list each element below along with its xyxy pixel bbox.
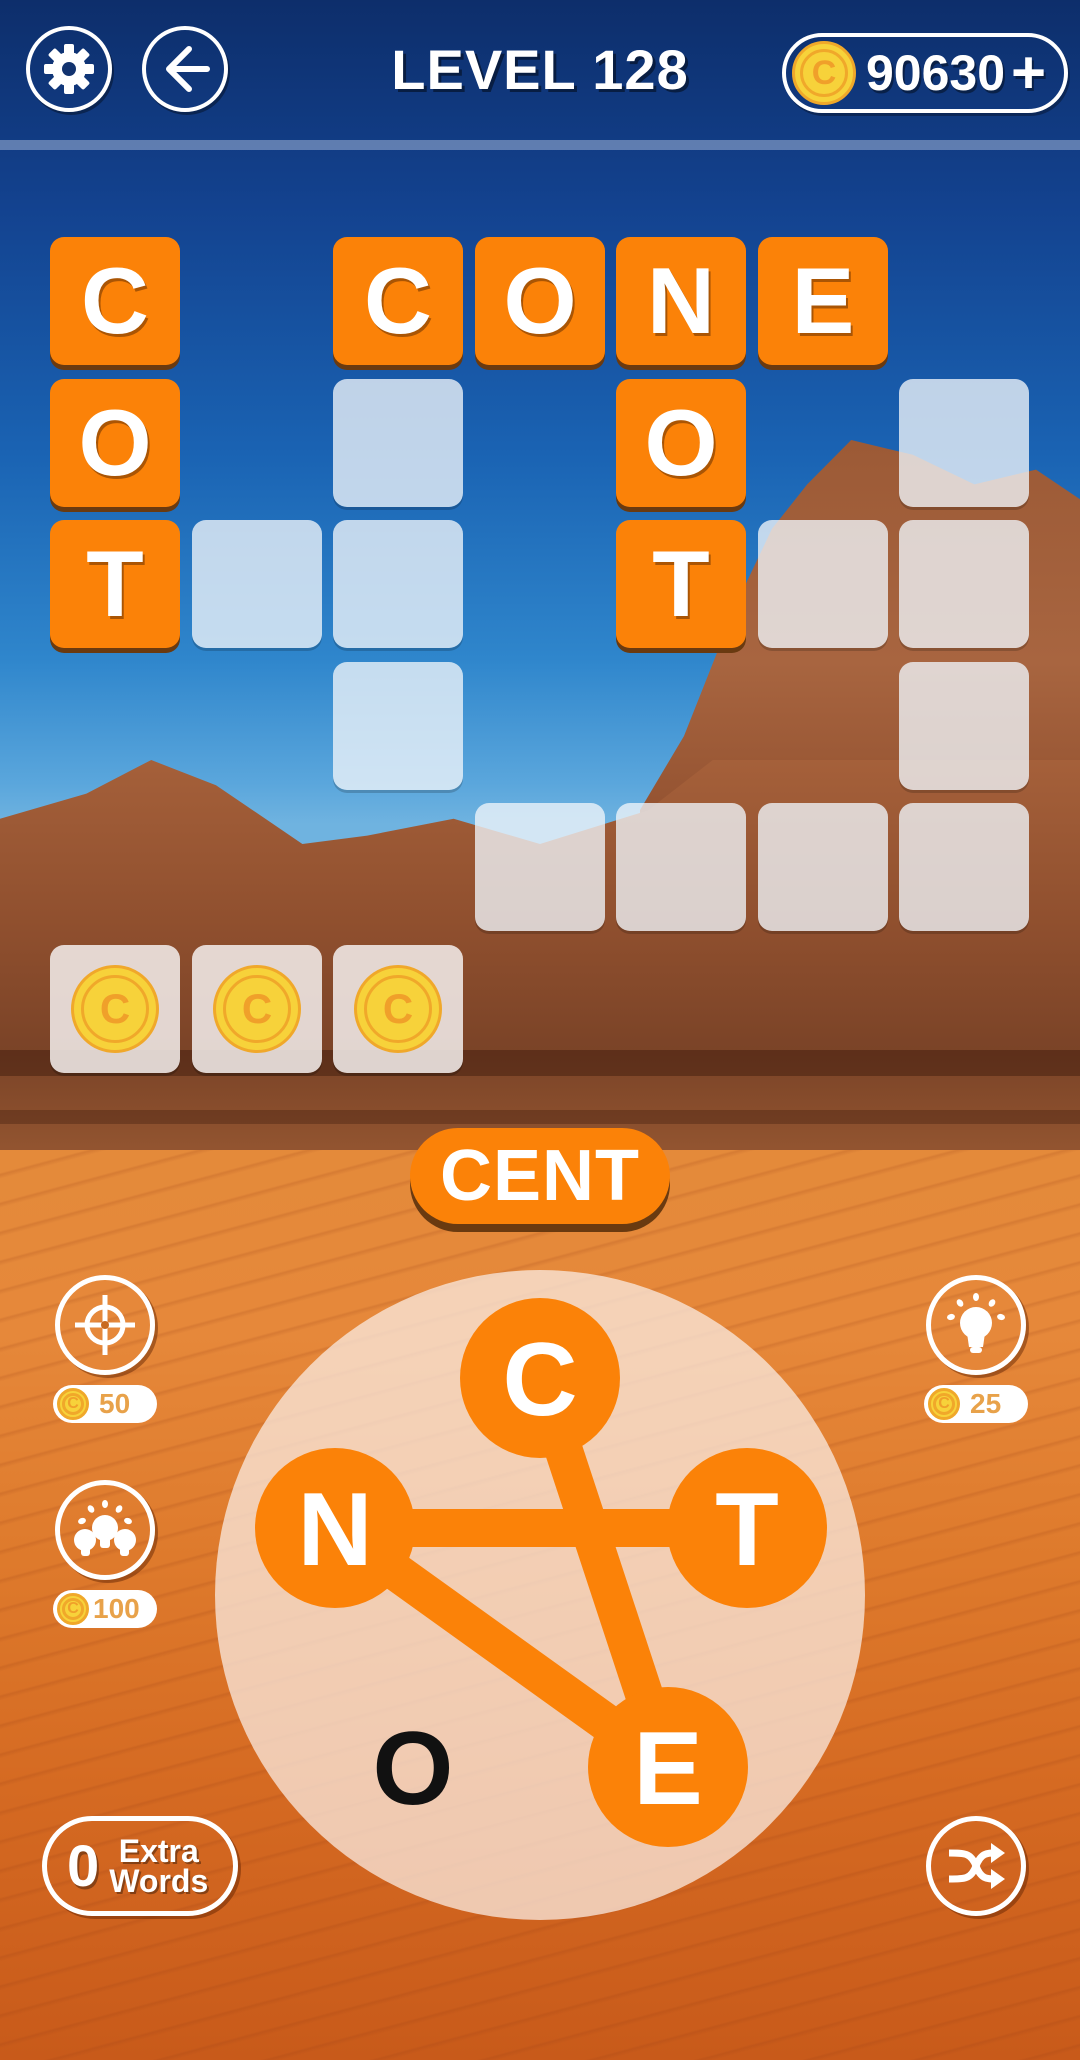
extra-words-label-line2: Words (109, 1863, 209, 1899)
letter-nodes: C N T E O (255, 1298, 827, 1847)
wheel-letter-e[interactable]: E (588, 1687, 748, 1847)
wheel-letter-label: C (502, 1322, 577, 1438)
game-screen: LEVEL 128 C 90630 + CCONEOOTTCCC CENT C … (0, 0, 1080, 2060)
letter-wheel[interactable]: C N T E O (0, 0, 1080, 2060)
wheel-letter-n[interactable]: N (255, 1448, 415, 1608)
extra-words-label-line1: Extra (118, 1833, 199, 1869)
extra-words-count: 0 (67, 1833, 100, 1899)
wheel-letter-t[interactable]: T (667, 1448, 827, 1608)
shuffle-button[interactable] (926, 1816, 1026, 1916)
wheel-letter-label: T (715, 1472, 779, 1588)
shuffle-icon (948, 1843, 1005, 1889)
wheel-letter-o[interactable]: O (373, 1711, 454, 1827)
wheel-letter-c[interactable]: C (460, 1298, 620, 1458)
wheel-letter-label: E (633, 1711, 702, 1827)
wheel-letter-label: N (297, 1472, 372, 1588)
extra-words-button[interactable]: 0 Extra Words (42, 1816, 238, 1916)
wheel-letter-label: O (373, 1711, 454, 1827)
extra-words-label: Extra Words (109, 1833, 209, 1899)
